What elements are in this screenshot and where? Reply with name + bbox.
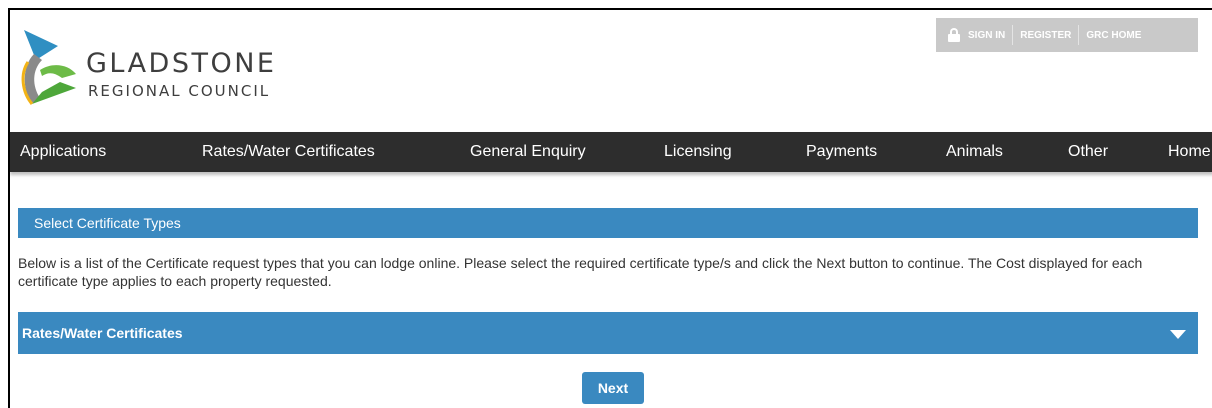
- nav-item-animals[interactable]: Animals: [946, 132, 1003, 172]
- section-title: Select Certificate Types: [18, 208, 1198, 238]
- council-logo-mark-icon: [21, 30, 76, 105]
- nav-item-payments[interactable]: Payments: [806, 132, 877, 172]
- sign-in-link[interactable]: SIGN IN: [968, 25, 1012, 45]
- council-logo[interactable]: GLADSTONE REGIONAL COUNCIL: [18, 26, 318, 116]
- nav-item-home[interactable]: Home: [1168, 132, 1211, 172]
- lock-icon: [948, 28, 960, 42]
- nav-item-rates-water-certificates[interactable]: Rates/Water Certificates: [202, 132, 375, 172]
- main-nav: Applications Rates/Water Certificates Ge…: [10, 132, 1212, 172]
- next-button[interactable]: Next: [582, 372, 644, 404]
- instructions-text: Below is a list of the Certificate reque…: [18, 255, 1143, 289]
- site-header: GLADSTONE REGIONAL COUNCIL SIGN IN REGIS…: [10, 10, 1212, 132]
- logo-title: GLADSTONE: [86, 48, 277, 79]
- nav-item-applications[interactable]: Applications: [20, 132, 106, 172]
- rates-water-certificates-accordion[interactable]: Rates/Water Certificates: [18, 312, 1198, 354]
- accordion-label: Rates/Water Certificates: [22, 325, 183, 341]
- grc-home-link[interactable]: GRC HOME: [1078, 25, 1148, 45]
- browser-frame: GLADSTONE REGIONAL COUNCIL SIGN IN REGIS…: [8, 8, 1212, 408]
- nav-item-licensing[interactable]: Licensing: [664, 132, 732, 172]
- chevron-down-icon[interactable]: [1170, 330, 1186, 339]
- logo-subtitle: REGIONAL COUNCIL: [88, 82, 271, 100]
- register-link[interactable]: REGISTER: [1012, 25, 1078, 45]
- nav-item-general-enquiry[interactable]: General Enquiry: [470, 132, 586, 172]
- nav-item-other[interactable]: Other: [1068, 132, 1108, 172]
- top-links-bar: SIGN IN REGISTER GRC HOME: [936, 18, 1198, 52]
